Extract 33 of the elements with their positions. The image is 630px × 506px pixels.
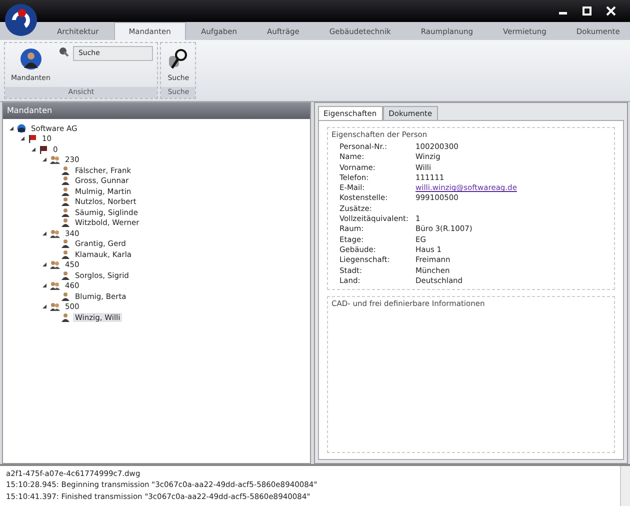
- scrollbar[interactable]: [620, 466, 630, 506]
- person-icon: [61, 208, 70, 217]
- people-icon: [50, 302, 60, 312]
- person-icon: [61, 239, 70, 248]
- globe-icon: [17, 124, 26, 133]
- expander-icon[interactable]: [42, 230, 47, 236]
- expander-icon[interactable]: [42, 157, 47, 162]
- maximize-icon[interactable]: [582, 6, 592, 16]
- person-icon: [61, 186, 70, 196]
- person-icon: [61, 270, 70, 280]
- person-icon: [61, 218, 70, 228]
- flag-icon: [39, 144, 48, 154]
- search-icon: [167, 48, 190, 70]
- person-icon: [61, 197, 70, 206]
- person-icon: [61, 312, 70, 322]
- close-icon[interactable]: [606, 6, 616, 16]
- people-icon: [50, 281, 60, 290]
- expander-icon[interactable]: [42, 304, 47, 310]
- people-icon: [50, 228, 60, 238]
- flag-icon: [28, 134, 37, 144]
- person-icon: [20, 48, 42, 70]
- person-icon: [61, 292, 70, 301]
- expander-icon[interactable]: [31, 146, 36, 152]
- expander-icon[interactable]: [42, 283, 47, 288]
- people-icon: [50, 155, 60, 164]
- expander-icon[interactable]: [20, 136, 25, 142]
- expander-icon[interactable]: [9, 126, 14, 131]
- panel-title: Mandanten: [3, 103, 310, 119]
- person-icon: [61, 176, 70, 186]
- people-icon: [50, 260, 60, 270]
- person-icon: [61, 250, 70, 259]
- person-icon: [61, 166, 70, 175]
- expander-icon[interactable]: [42, 262, 47, 268]
